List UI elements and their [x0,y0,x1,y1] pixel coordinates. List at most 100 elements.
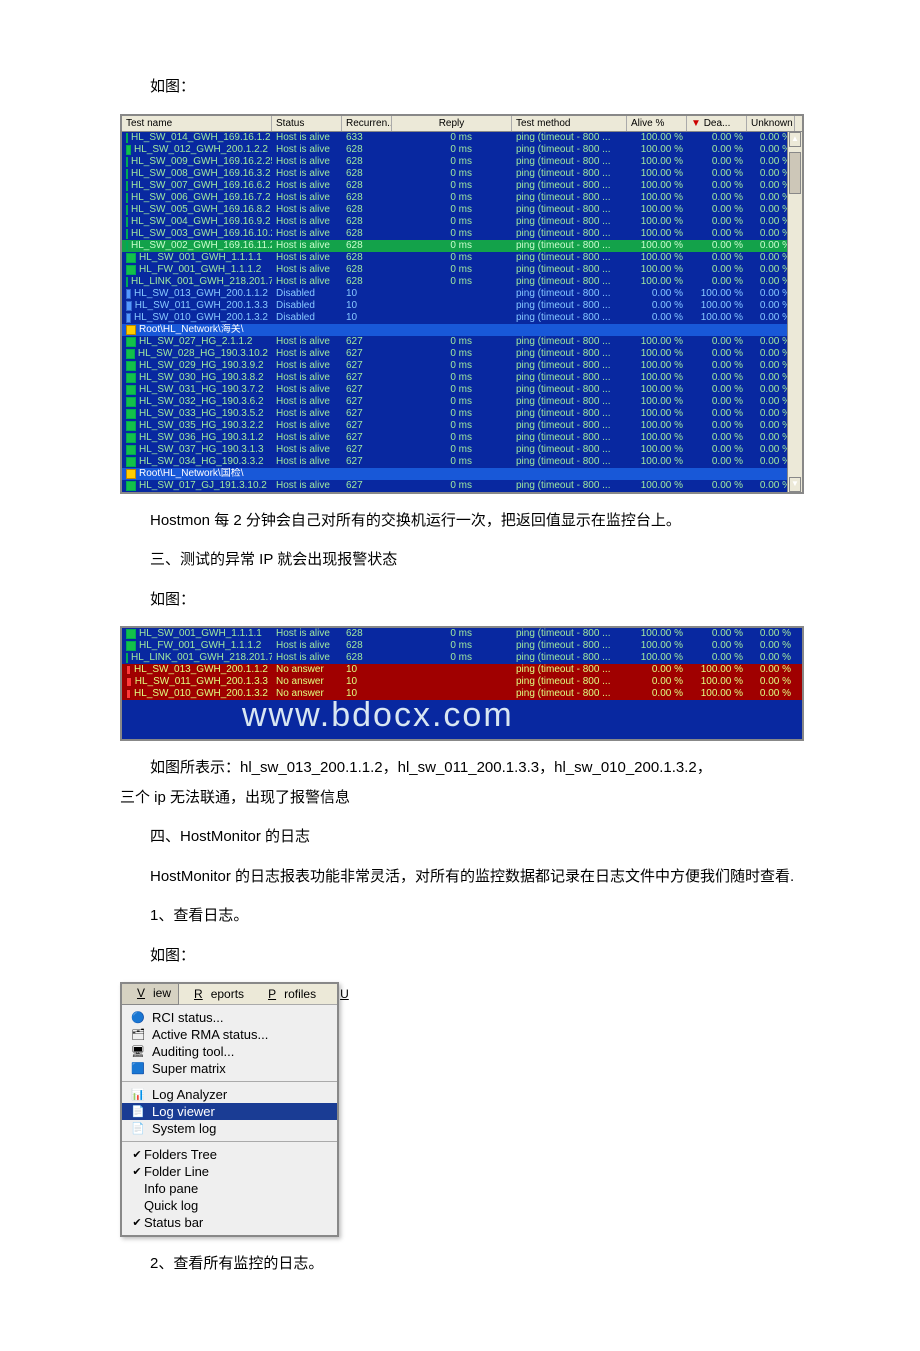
scroll-thumb[interactable] [789,152,801,194]
dead-pct: 0.00 % [687,204,747,216]
paragraph: 2、查看所有监控的日志。 [120,1251,800,1277]
table-row[interactable]: HL_SW_027_HG_2.1.1.2Host is alive6270 ms… [122,336,802,348]
table-row[interactable]: HL_SW_013_GWH_200.1.1.2Disabled10ping (t… [122,288,802,300]
table-row[interactable]: HL_FW_001_GWH_1.1.1.2Host is alive6280 m… [122,640,802,652]
table-row[interactable]: HL_SW_011_GWH_200.1.3.3Disabled10ping (t… [122,300,802,312]
scrollbar[interactable]: ▲ ▼ [787,132,802,492]
table-row[interactable]: HL_SW_032_HG_190.3.6.2Host is alive6270 … [122,396,802,408]
table-row[interactable]: HL_SW_005_GWH_169.16.8.2Host is alive628… [122,204,802,216]
unknown-pct: 0.00 % [747,664,795,676]
status-icon [126,181,128,191]
col-recurrences[interactable]: Recurren... [342,116,392,131]
test-name: HL_SW_002_GWH_169.16.11.2 [131,240,272,252]
method: ping (timeout - 800 ... [512,444,627,456]
table-row[interactable]: HL_SW_036_HG_190.3.1.2Host is alive6270 … [122,432,802,444]
reply: 0 ms [392,252,512,264]
table-row[interactable]: HL_SW_033_HG_190.3.5.2Host is alive6270 … [122,408,802,420]
menu-label: Super matrix [152,1061,226,1076]
table-row[interactable]: HL_SW_035_HG_190.3.2.2Host is alive6270 … [122,420,802,432]
col-testname[interactable]: Test name [122,116,272,131]
col-dead[interactable]: ▼ Dea... [687,116,747,131]
table-row[interactable]: HL_SW_014_GWH_169.16.1.2Host is alive633… [122,132,802,144]
table-row[interactable]: Root\HL_Network\海关\ [122,324,802,336]
scroll-down-icon[interactable]: ▼ [789,477,801,492]
method: ping (timeout - 800 ... [512,640,627,652]
menu-item[interactable]: ✔Folder Line [122,1163,337,1180]
col-status[interactable]: Status [272,116,342,131]
menu-profiles[interactable]: Profiles [252,984,324,1004]
table-row[interactable]: HL_SW_006_GWH_169.16.7.2Host is alive628… [122,192,802,204]
menu-item[interactable]: 📄Log viewer [122,1103,337,1120]
menu-item[interactable]: ✔Status bar [122,1214,337,1231]
col-reply[interactable]: Reply [392,116,512,131]
menu-item[interactable]: 🟦Super matrix [122,1060,337,1077]
recurrences [342,324,392,336]
menu-item[interactable]: Quick log [122,1197,337,1214]
recurrences: 628 [342,180,392,192]
col-unknown[interactable]: Unknown ... ▲ [747,116,795,131]
table-row[interactable]: HL_FW_001_GWH_1.1.1.2Host is alive6280 m… [122,264,802,276]
table-row[interactable]: HL_SW_010_GWH_200.1.3.2No answer10ping (… [122,688,802,700]
table-row[interactable]: HL_SW_037_HG_190.3.1.3Host is alive6270 … [122,444,802,456]
table-row[interactable]: HL_SW_031_HG_190.3.7.2Host is alive6270 … [122,384,802,396]
table-row[interactable]: HL_SW_017_GJ_191.3.10.2Host is alive6270… [122,480,802,492]
col-method[interactable]: Test method [512,116,627,131]
table-row[interactable]: HL_SW_004_GWH_169.16.9.2Host is alive628… [122,216,802,228]
menu-item[interactable]: 🗂Active RMA status... [122,1026,337,1043]
menu-label: Auditing tool... [152,1044,234,1059]
table-row[interactable]: HL_SW_007_GWH_169.16.6.2Host is alive628… [122,180,802,192]
table-row[interactable]: HL_SW_034_HG_190.3.3.2Host is alive6270 … [122,456,802,468]
menu-item[interactable]: 🖥Auditing tool... [122,1043,337,1060]
table-row[interactable]: HL_SW_009_GWH_169.16.2.253Host is alive6… [122,156,802,168]
menu-item[interactable]: 📊Log Analyzer [122,1086,337,1103]
reply [392,468,512,480]
reply: 0 ms [392,204,512,216]
table-row[interactable]: HL_SW_012_GWH_200.1.2.2Host is alive6280… [122,144,802,156]
status-icon [126,421,136,431]
menu-item[interactable]: 📄System log [122,1120,337,1137]
dead-pct: 100.00 % [687,676,747,688]
menu-item[interactable]: Info pane [122,1180,337,1197]
menu-reports[interactable]: Reports [178,984,252,1004]
scroll-up-icon[interactable]: ▲ [789,132,801,147]
status-text: Host is alive [272,408,342,420]
menu-item[interactable]: 🔵RCI status... [122,1009,337,1026]
test-name: HL_SW_034_HG_190.3.3.2 [139,456,264,468]
dead-pct: 0.00 % [687,180,747,192]
table-row[interactable]: HL_LINK_001_GWH_218.201.74.33Host is ali… [122,652,802,664]
table-row[interactable]: HL_SW_008_GWH_169.16.3.2Host is alive628… [122,168,802,180]
alive-pct [627,324,687,336]
status-text: Host is alive [272,432,342,444]
check-icon: ✔ [130,1148,144,1161]
unknown-pct: 0.00 % [747,652,795,664]
table-row[interactable]: HL_SW_011_GWH_200.1.3.3No answer10ping (… [122,676,802,688]
table-row[interactable]: HL_SW_003_GWH_169.16.10.2Host is alive62… [122,228,802,240]
table-row[interactable]: HL_SW_013_GWH_200.1.1.2No answer10ping (… [122,664,802,676]
table-row[interactable]: HL_LINK_001_GWH_218.201.74.33Host is ali… [122,276,802,288]
table-row[interactable]: HL_SW_001_GWH_1.1.1.1Host is alive6280 m… [122,252,802,264]
table-row[interactable]: HL_SW_001_GWH_1.1.1.1Host is alive6280 m… [122,628,802,640]
menu-item[interactable]: ✔Folders Tree [122,1146,337,1163]
status-icon [126,169,128,179]
alive-pct: 100.00 % [627,444,687,456]
dead-pct: 0.00 % [687,640,747,652]
menu-u-cut[interactable]: U [324,984,365,1004]
dead-pct: 0.00 % [687,348,747,360]
menu-icon: 🗂 [130,1028,146,1042]
col-alive[interactable]: Alive % [627,116,687,131]
method: ping (timeout - 800 ... [512,144,627,156]
reply: 0 ms [392,456,512,468]
status-icon [126,361,136,371]
reply: 0 ms [392,132,512,144]
table-row[interactable]: Root\HL_Network\国检\ [122,468,802,480]
test-name: HL_LINK_001_GWH_218.201.74.33 [131,652,272,664]
table-row[interactable]: HL_SW_030_HG_190.3.8.2Host is alive6270 … [122,372,802,384]
status-text: Host is alive [272,372,342,384]
alive-pct: 100.00 % [627,640,687,652]
table-row[interactable]: HL_SW_002_GWH_169.16.11.2Host is alive62… [122,240,802,252]
menu-view[interactable]: View [121,983,179,1005]
table-row[interactable]: HL_SW_010_GWH_200.1.3.2Disabled10ping (t… [122,312,802,324]
table-row[interactable]: HL_SW_028_HG_190.3.10.2Host is alive6270… [122,348,802,360]
table-row[interactable]: HL_SW_029_HG_190.3.9.2Host is alive6270 … [122,360,802,372]
alive-pct: 0.00 % [627,288,687,300]
